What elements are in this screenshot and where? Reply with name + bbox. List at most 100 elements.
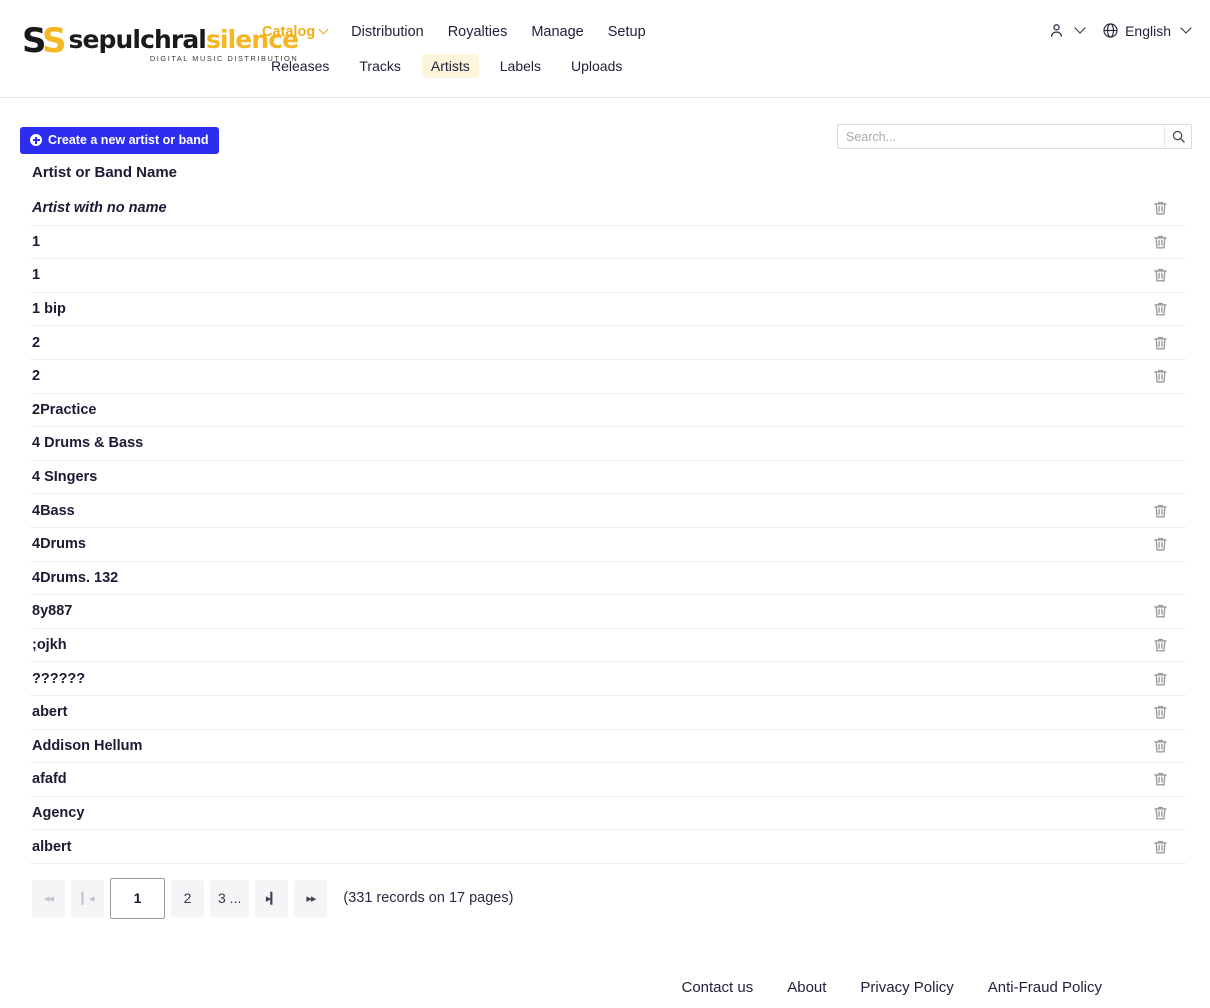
trash-icon[interactable] <box>1152 535 1169 553</box>
trash-icon[interactable] <box>1152 334 1169 352</box>
table-row[interactable]: 2 <box>30 325 1186 359</box>
artist-name-link[interactable]: 4Drums <box>32 536 86 552</box>
pagination-last-button[interactable]: ▸▸ <box>294 879 328 917</box>
table-row[interactable]: Agency <box>30 795 1186 830</box>
row-actions <box>1140 602 1180 620</box>
artist-name-link[interactable]: abert <box>32 704 67 720</box>
trash-icon[interactable] <box>1152 602 1169 620</box>
logo-word-first: sepulchral <box>68 25 206 54</box>
table-row[interactable]: abert <box>30 694 1186 729</box>
pagination-page-1[interactable]: 1 <box>110 877 165 919</box>
nav-subitem-tracks[interactable]: Tracks <box>350 54 409 78</box>
pagination-prev-button[interactable]: ▎◂ <box>71 879 104 917</box>
trash-icon[interactable] <box>1152 737 1169 755</box>
trash-icon[interactable] <box>1152 233 1169 251</box>
trash-icon[interactable] <box>1152 636 1169 654</box>
search-input[interactable] <box>838 125 1164 148</box>
trash-icon[interactable] <box>1152 804 1169 822</box>
trash-icon[interactable] <box>1152 266 1169 284</box>
logo[interactable]: SS sepulchralsilence DIGITAL MUSIC DISTR… <box>22 24 299 63</box>
trash-icon[interactable] <box>1152 670 1169 688</box>
nav-item-distribution[interactable]: Distribution <box>351 22 424 42</box>
row-actions <box>1140 300 1180 318</box>
nav-subitem-uploads[interactable]: Uploads <box>562 54 631 78</box>
create-artist-button[interactable]: Create a new artist or band <box>20 127 220 154</box>
artist-name-link[interactable]: 2 <box>32 368 40 384</box>
row-actions <box>1140 770 1180 788</box>
nav-item-setup[interactable]: Setup <box>608 22 646 42</box>
user-icon <box>1048 22 1065 39</box>
nav-item-royalties[interactable]: Royalties <box>448 22 508 42</box>
search-icon <box>1171 129 1186 144</box>
artist-name-link[interactable]: Artist with no name <box>32 200 167 216</box>
trash-icon[interactable] <box>1152 502 1169 520</box>
table-row[interactable]: ?????? <box>30 661 1186 695</box>
artist-name-link[interactable]: 8y887 <box>32 603 72 619</box>
table-row[interactable]: 4 Drums & Bass <box>30 426 1186 460</box>
trash-icon[interactable] <box>1152 367 1169 385</box>
artist-name-link[interactable]: 4Drums. 132 <box>32 570 118 586</box>
artist-name-link[interactable]: Agency <box>32 805 84 821</box>
artist-name-link[interactable]: 1 bip <box>32 301 66 317</box>
table-row[interactable]: 4Bass <box>30 493 1186 527</box>
table-row[interactable]: 2 <box>30 358 1186 393</box>
artist-name-link[interactable]: ;ojkh <box>32 637 67 653</box>
create-artist-button-label: Create a new artist or band <box>48 133 209 147</box>
table-row[interactable]: 1 <box>30 258 1186 292</box>
artist-name-link[interactable]: 4 SIngers <box>32 469 97 485</box>
table-row[interactable]: 1 <box>30 224 1186 259</box>
table-row[interactable]: albert <box>30 829 1186 863</box>
artist-name-link[interactable]: 2Practice <box>32 402 97 418</box>
trash-icon[interactable] <box>1152 199 1169 217</box>
chevron-down-icon <box>318 24 329 35</box>
artist-name-link[interactable]: 1 <box>32 234 40 250</box>
table-row[interactable]: afafd <box>30 762 1186 796</box>
artists-table: Artist or Band Name Artist with no name 1… <box>30 160 1186 863</box>
table-row[interactable]: 4Drums. 132 <box>30 560 1186 595</box>
table-row[interactable]: 1 bip <box>30 291 1186 326</box>
artist-name-link[interactable]: Addison Hellum <box>32 738 142 754</box>
nav-item-manage[interactable]: Manage <box>531 22 583 42</box>
footer-link-contact-us[interactable]: Contact us <box>682 979 754 996</box>
artist-name-link[interactable]: ?????? <box>32 671 85 687</box>
nav-item-catalog-label: Catalog <box>262 24 316 40</box>
artist-name-link[interactable]: afafd <box>32 771 67 787</box>
nav-subitem-artists[interactable]: Artists <box>421 54 479 78</box>
table-row[interactable]: 2Practice <box>30 392 1186 427</box>
trash-icon[interactable] <box>1152 838 1169 856</box>
artist-name-link[interactable]: albert <box>32 839 72 855</box>
footer-link-about[interactable]: About <box>787 979 826 996</box>
table-row[interactable]: Addison Hellum <box>30 728 1186 763</box>
row-actions <box>1140 266 1180 284</box>
row-actions <box>1140 502 1180 520</box>
footer-link-anti-fraud-policy[interactable]: Anti-Fraud Policy <box>988 979 1102 996</box>
pagination-first-button[interactable]: ◂◂ <box>32 879 65 917</box>
secondary-nav: Releases Tracks Artists Labels Uploads <box>262 54 631 78</box>
search-button[interactable] <box>1164 125 1191 148</box>
trash-icon[interactable] <box>1152 703 1169 721</box>
table-row[interactable]: 8y887 <box>30 594 1186 628</box>
logo-monogram: SS <box>22 24 66 58</box>
nav-item-catalog[interactable]: Catalog <box>262 22 329 42</box>
table-row[interactable]: 4 SIngers <box>30 459 1186 494</box>
table-row[interactable]: ;ojkh <box>30 627 1186 662</box>
trash-icon[interactable] <box>1152 300 1169 318</box>
pagination-page-2[interactable]: 2 <box>171 879 204 917</box>
artist-name-link[interactable]: 1 <box>32 267 40 283</box>
trash-icon[interactable] <box>1152 770 1169 788</box>
pagination-page-3[interactable]: 3 ... <box>210 879 250 917</box>
account-menu[interactable] <box>1048 21 1086 39</box>
table-row[interactable]: 4Drums <box>30 526 1186 561</box>
primary-nav: Catalog Distribution Royalties Manage Se… <box>262 22 646 42</box>
row-actions <box>1140 367 1180 385</box>
artist-name-link[interactable]: 4Bass <box>32 503 75 519</box>
pagination-next-button[interactable]: ▸▎ <box>255 879 289 917</box>
footer-link-privacy-policy[interactable]: Privacy Policy <box>860 979 953 996</box>
pagination: ◂◂ ▎◂ 1 2 3 ... ▸▎ ▸▸ (331 records on 17… <box>0 864 1210 919</box>
artist-name-link[interactable]: 4 Drums & Bass <box>32 435 143 451</box>
language-selector[interactable]: English <box>1102 21 1192 39</box>
nav-subitem-labels[interactable]: Labels <box>491 54 550 78</box>
artist-name-link[interactable]: 2 <box>32 335 40 351</box>
nav-subitem-releases[interactable]: Releases <box>262 54 338 78</box>
table-row[interactable]: Artist with no name <box>30 191 1186 225</box>
